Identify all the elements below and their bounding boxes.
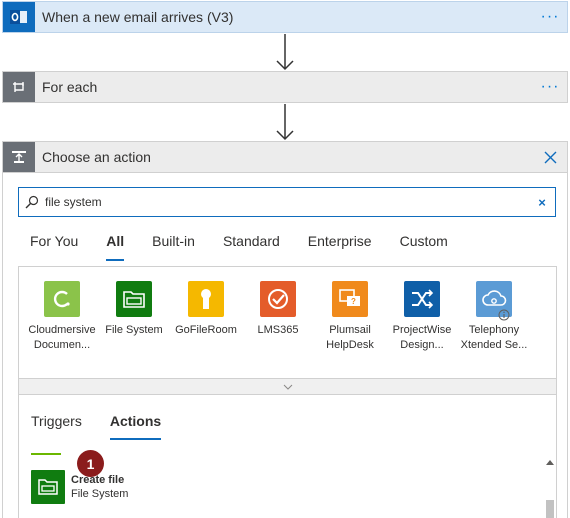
svg-text:?: ? — [351, 297, 356, 306]
folder-icon — [31, 470, 65, 504]
keyhole-icon — [188, 281, 224, 317]
more-options-icon[interactable]: ··· — [533, 8, 567, 26]
loop-icon — [3, 72, 35, 102]
info-icon[interactable] — [498, 309, 510, 321]
connector-label: LMS365 — [257, 324, 299, 336]
tab-built-in[interactable]: Built-in — [152, 233, 195, 263]
action-create-file[interactable]: Create file File System — [31, 470, 531, 510]
choose-action-header: Choose an action — [2, 141, 568, 173]
scroll-up-icon[interactable] — [543, 455, 557, 469]
chevron-down-icon — [283, 384, 292, 390]
connectors-list: Cloudmersive Documen... File System GoFi… — [18, 266, 557, 394]
result-tabs: Triggers Actions — [31, 413, 189, 441]
connector-gofileroom[interactable]: GoFileRoom — [167, 281, 245, 338]
projectwise-icon — [404, 281, 440, 317]
choose-action-title: Choose an action — [42, 149, 151, 165]
action-name: Create file — [71, 474, 125, 486]
connector-label: GoFileRoom — [175, 324, 237, 336]
arrow-down-icon — [276, 104, 294, 141]
step-badge: 1 — [77, 450, 104, 477]
tab-actions[interactable]: Actions — [109, 413, 162, 441]
for-each-card[interactable]: For each ··· — [2, 71, 568, 103]
tab-custom[interactable]: Custom — [400, 233, 448, 263]
scrollbar-thumb[interactable] — [546, 500, 554, 518]
folder-icon — [116, 281, 152, 317]
for-each-title: For each — [42, 79, 98, 95]
search-icon — [19, 195, 45, 209]
connector-label: ProjectWise Design... — [392, 324, 452, 351]
search-input[interactable] — [45, 189, 529, 215]
connector-label: Telephony Xtended Se... — [460, 324, 528, 351]
connector-file-system[interactable]: File System — [95, 281, 173, 338]
helpdesk-icon: ? — [332, 281, 368, 317]
connector-label: Cloudmersive Documen... — [28, 324, 96, 351]
trigger-title: When a new email arrives (V3) — [42, 9, 234, 25]
filter-tabs: For You All Built-in Standard Enterprise… — [30, 233, 476, 263]
more-options-icon[interactable]: ··· — [533, 78, 567, 96]
connector-cloudmersive[interactable]: Cloudmersive Documen... — [23, 281, 101, 353]
action-connector: File System — [71, 488, 129, 500]
scrollbar[interactable] — [543, 455, 557, 518]
tab-enterprise[interactable]: Enterprise — [308, 233, 372, 263]
trigger-card[interactable]: When a new email arrives (V3) ··· — [2, 1, 568, 33]
close-icon[interactable] — [533, 151, 567, 164]
tab-for-you[interactable]: For You — [30, 233, 78, 263]
arrow-down-icon — [276, 34, 294, 71]
choose-action-panel: × For You All Built-in Standard Enterpri… — [2, 173, 568, 518]
action-icon — [3, 142, 35, 172]
results-section: Triggers Actions Create file File System… — [18, 395, 557, 518]
tab-triggers[interactable]: Triggers — [31, 413, 82, 441]
clear-icon[interactable]: × — [529, 195, 555, 210]
connector-projectwise[interactable]: ProjectWise Design... — [383, 281, 461, 353]
search-box[interactable]: × — [18, 187, 556, 217]
tab-standard[interactable]: Standard — [223, 233, 280, 263]
divider — [31, 453, 61, 455]
connector-lms365[interactable]: LMS365 — [239, 281, 317, 338]
connector-label: Plumsail HelpDesk — [326, 324, 374, 351]
cloudmersive-icon — [44, 281, 80, 317]
outlook-icon — [3, 2, 35, 32]
collapse-connectors-bar[interactable] — [18, 378, 557, 395]
connector-label: File System — [105, 324, 163, 336]
lms365-icon — [260, 281, 296, 317]
connector-telephony-xtended[interactable]: Telephony Xtended Se... — [455, 281, 533, 353]
connector-plumsail-helpdesk[interactable]: ? Plumsail HelpDesk — [311, 281, 389, 353]
tab-all[interactable]: All — [106, 233, 124, 263]
